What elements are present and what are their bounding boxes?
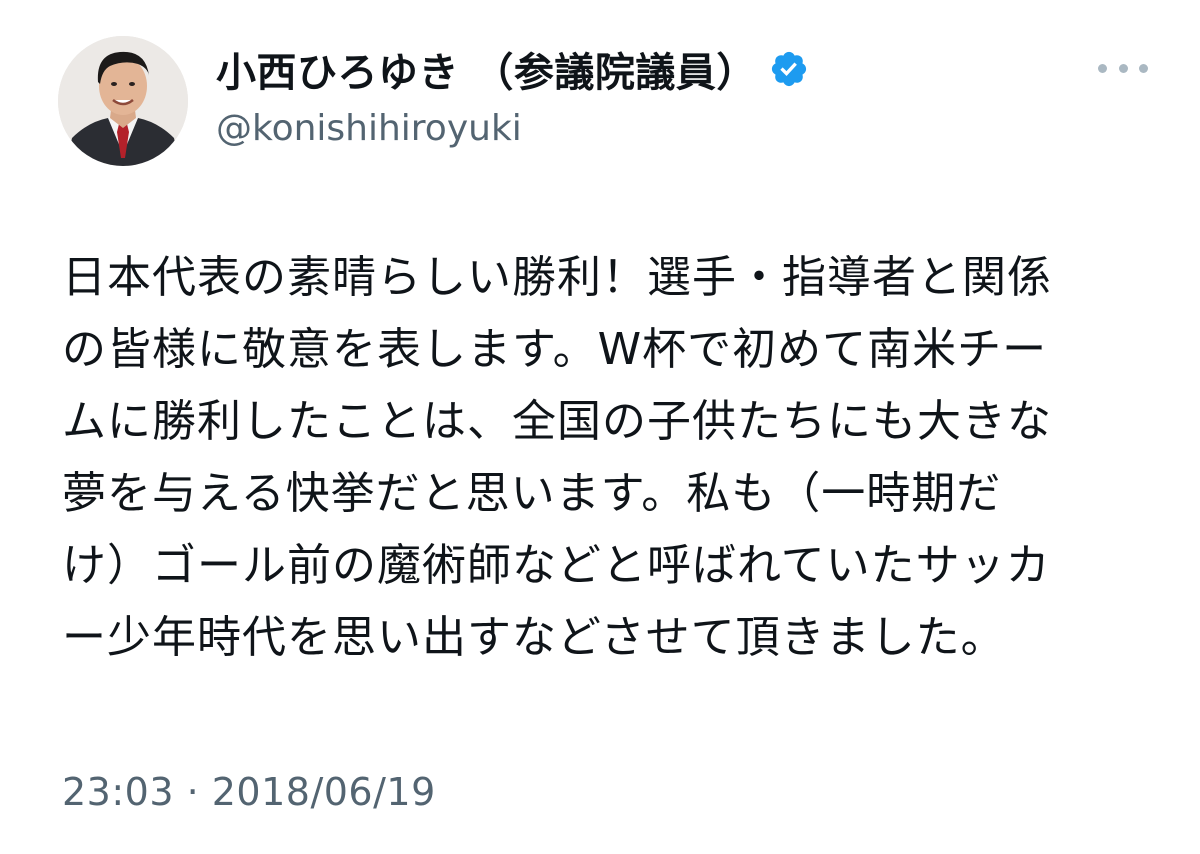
tweet-card: 小西ひろゆき （参議院議員） @konishihiroyuki 日本代表の素晴ら… bbox=[0, 0, 1200, 854]
avatar[interactable] bbox=[58, 36, 188, 166]
more-dot bbox=[1139, 63, 1148, 73]
user-info: 小西ひろゆき （参議院議員） @konishihiroyuki bbox=[216, 42, 809, 149]
tweet-text-line: の皆様に敬意を表します。W杯で初めて南米チー bbox=[62, 324, 1048, 375]
more-options-icon[interactable] bbox=[1098, 56, 1148, 80]
name-row: 小西ひろゆき （参議院議員） bbox=[216, 42, 809, 96]
tweet-text-line: け）ゴール前の魔術師などと呼ばれていたサッカ bbox=[62, 540, 1051, 591]
more-dot bbox=[1098, 63, 1107, 73]
tweet-header: 小西ひろゆき （参議院議員） @konishihiroyuki bbox=[58, 28, 1158, 168]
display-name[interactable]: 小西ひろゆき （参議院議員） bbox=[216, 40, 757, 98]
tweet-text: 日本代表の素晴らしい勝利！選手・指導者と関係 の皆様に敬意を表します。W杯で初め… bbox=[62, 242, 1152, 674]
user-handle[interactable]: @konishihiroyuki bbox=[216, 108, 809, 149]
more-dot bbox=[1118, 63, 1128, 73]
tweet-text-line: ムに勝利したことは、全国の子供たちにも大きな bbox=[62, 396, 1052, 447]
verified-badge-icon bbox=[769, 49, 809, 89]
tweet-text-line: 日本代表の素晴らしい勝利！選手・指導者と関係 bbox=[62, 252, 1052, 303]
tweet-text-line: ー少年時代を思い出すなどさせて頂きました。 bbox=[62, 612, 1006, 663]
tweet-text-line: 夢を与える快挙だと思います。私も（一時期だ bbox=[62, 468, 1002, 519]
avatar-portrait bbox=[58, 36, 188, 166]
tweet-timestamp[interactable]: 23:03 · 2018/06/19 bbox=[62, 770, 436, 814]
